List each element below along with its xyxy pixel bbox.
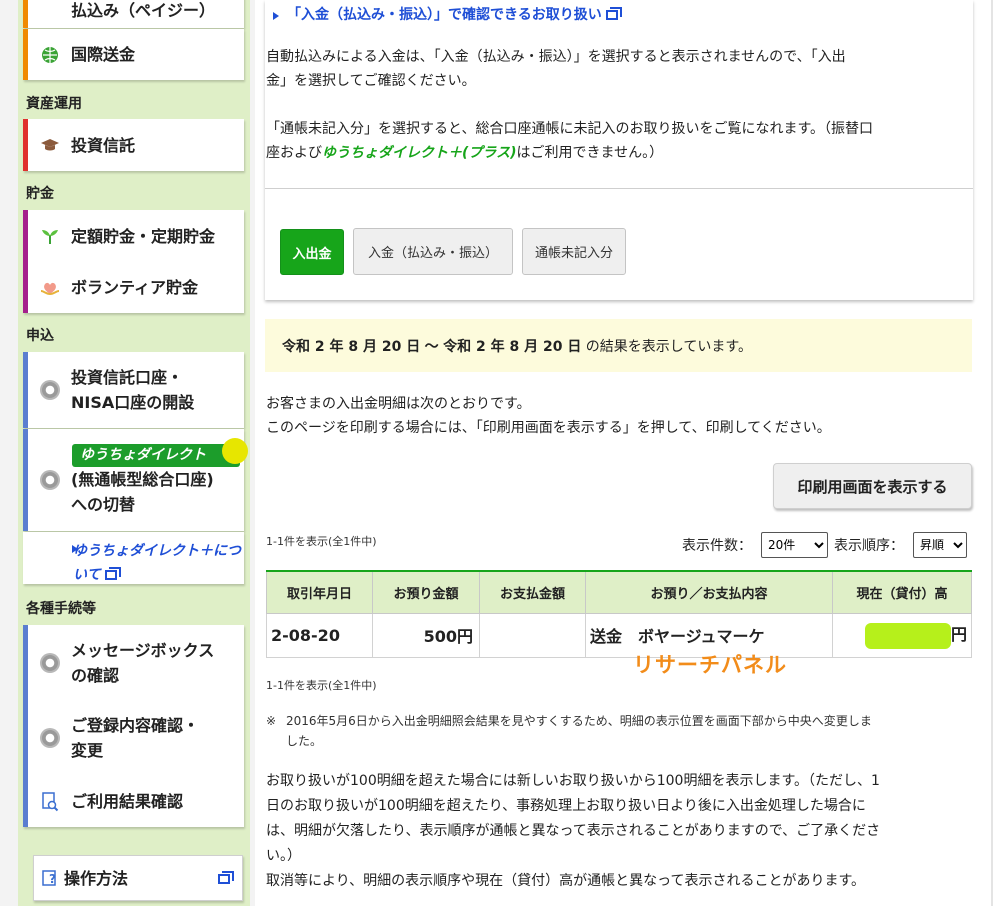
sprout-icon (39, 225, 61, 247)
header-content: お預り／お支払内容 (585, 570, 833, 614)
yucho-direct-plus-logo: ゆうちょダイレクト (72, 438, 248, 467)
gear-icon (39, 469, 61, 491)
cell-balance: 円 (832, 612, 972, 658)
tab-passbook-unrecorded[interactable]: 通帳未記入分 (522, 228, 626, 275)
sidebar-item-label: ご利用結果確認 (71, 792, 184, 811)
tab-deposit-withdrawal[interactable]: 入出金 (280, 229, 344, 275)
sidebar-item-investment-trust[interactable]: 投資信託 (23, 119, 244, 171)
sidebar-item-payeasy[interactable]: 払込み（ペイジー） (23, 0, 244, 28)
sidebar-item-nisa-account-opening[interactable]: 投資信託口座・ NISA口座の開設 (23, 352, 244, 428)
statement-limit-note: お取り扱いが100明細を超えた場合には新しいお取り扱いから100明細を表示します… (266, 773, 881, 889)
heart-hands-icon (39, 277, 61, 299)
sidebar-item-label: 操作方法 (64, 868, 129, 888)
link-text: ゆうちょダイレクト＋につ いて (73, 543, 241, 583)
display-count-select[interactable]: 20件 (761, 532, 828, 558)
sidebar-item-label: (無通帳型総合口座) への切替 (71, 470, 214, 514)
category-savings: 貯金 (26, 186, 54, 202)
sidebar-item-label: 投資信託 (71, 135, 136, 155)
category-procedures: 各種手続等 (26, 601, 96, 617)
sidebar-item-label: ご登録内容確認・ 変更 (71, 716, 200, 760)
plus-badge-icon (222, 438, 248, 464)
cell-date: 2-08-20 (266, 612, 373, 658)
sidebar-item-volunteer-savings[interactable]: ボランティア貯金 (23, 262, 244, 313)
divider (265, 188, 973, 189)
order-label: 表示順序： (834, 538, 904, 554)
print-view-button[interactable]: 印刷用画面を表示する (773, 463, 972, 509)
gear-icon (39, 652, 61, 674)
sidebar-item-message-box[interactable]: メッセージボックス の確認 (23, 625, 244, 700)
sidebar-item-fixed-deposit[interactable]: 定額貯金・定期貯金 (23, 210, 244, 262)
auto-payment-note: 自動払込みによる入金は、「入金（払込み・振込）」を選択すると表示されませんので、… (266, 49, 846, 89)
period-notice: 令和 2 年 8 月 20 日 〜 令和 2 年 8 月 20 日 の結果を表示… (265, 319, 972, 372)
sidebar-item-label: 払込み（ペイジー） (71, 0, 216, 20)
sidebar-item-registration-info[interactable]: ご登録内容確認・ 変更 (23, 700, 244, 776)
sidebar-item-label: 国際送金 (71, 45, 136, 64)
globe-icon (39, 44, 61, 66)
sidebar-item-label: 投資信託口座・ NISA口座の開設 (71, 368, 195, 412)
result-count-bottom: 1-1件を表示(全1件中) (266, 679, 377, 692)
result-count: 1-1件を表示(全1件中) (266, 535, 377, 548)
sidebar-item-label: 定額貯金・定期貯金 (71, 226, 216, 246)
display-order-select[interactable]: 昇順 (913, 532, 967, 558)
gear-icon (39, 379, 61, 401)
count-label: 表示件数： (682, 538, 752, 554)
tab-deposit-transfer[interactable]: 入金（払込み・振込） (353, 228, 513, 275)
sidebar-item-international-remittance[interactable]: 国際送金 (23, 29, 244, 80)
external-link-icon (104, 567, 121, 580)
notes-panel: 「入金（払込み・振込）」で確認できるお取り扱い 自動払込みによる入金は、「入金（… (265, 0, 973, 300)
transactions-table: 取引年月日 お預り金額 お支払金額 お預り／お支払内容 現在（貸付）高 2-08… (266, 570, 972, 658)
unrecorded-note: 「通帳未記入分」を選択すると、総合口座通帳に未記入のお取り扱いをご覧になれます。… (266, 121, 874, 161)
graduation-cap-icon (39, 134, 61, 156)
header-balance: 現在（貸付）高 (832, 570, 972, 614)
header-deposit: お預り金額 (372, 570, 480, 614)
yucho-direct-plus-info-link[interactable]: ゆうちょダイレクト＋につ いて (23, 532, 244, 584)
header-date: 取引年月日 (266, 570, 373, 614)
sidebar-item-label: メッセージボックス の確認 (71, 640, 215, 685)
table-header-row: 取引年月日 お預り金額 お支払金額 お預り／お支払内容 現在（貸付）高 (266, 570, 972, 614)
sidebar-item-label: ボランティア貯金 (71, 278, 199, 297)
document-search-icon (39, 791, 61, 813)
gear-icon (39, 727, 61, 749)
watermark-text: リサーチパネル (633, 653, 787, 677)
intro-text: お客さまの入出金明細は次のとおりです。 このページを印刷する場合には、「印刷用画面… (266, 396, 831, 436)
external-link-icon (605, 7, 622, 20)
right-border (991, 0, 993, 906)
redacted-balance (864, 622, 951, 649)
help-icon: ? (40, 867, 62, 889)
cell-deposit: 500円 (372, 612, 480, 658)
table-row: 2-08-20 500円 送金 ボヤージュマーケ 円 (266, 612, 972, 658)
category-applications: 申込 (26, 328, 54, 344)
header-payment: お支払金額 (479, 570, 586, 614)
triangle-bullet-icon (273, 12, 279, 20)
svg-text:?: ? (49, 872, 56, 886)
category-asset-management: 資産運用 (26, 96, 82, 112)
layout-change-note: ※ 2016年5月6日から入出金明細照会結果を見やすくするため、明細の表示位置を… (266, 714, 872, 748)
external-link-icon (218, 871, 234, 884)
cell-payment (479, 612, 586, 658)
sidebar-item-how-to-use[interactable]: ? 操作方法 (33, 855, 243, 901)
sidebar-item-usage-results[interactable]: ご利用結果確認 (23, 776, 244, 827)
